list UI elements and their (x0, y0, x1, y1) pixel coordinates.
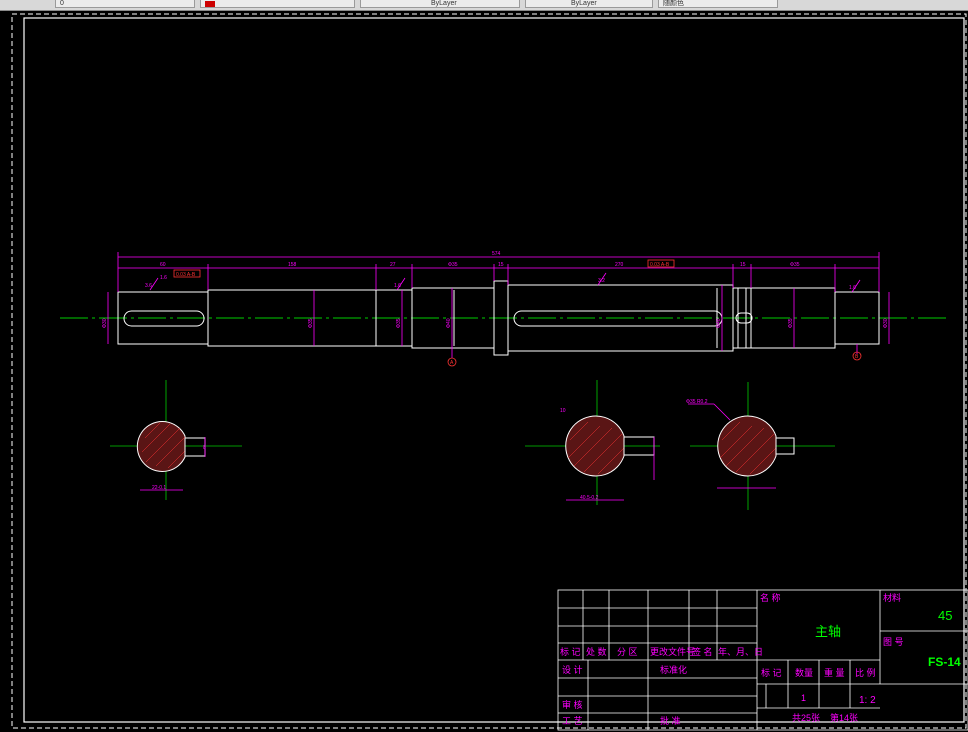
approve-label: 批 准 (660, 715, 681, 726)
dia-7: Φ30 (883, 318, 889, 328)
plotstyle-dropdown[interactable]: 随颜色 (658, 0, 778, 8)
drawing-no-value: FS-14 (928, 655, 961, 669)
name-label: 名 称 (760, 592, 781, 603)
roughness-3: 3.2 (598, 278, 605, 284)
roughness-1: 3.6 (145, 283, 152, 289)
section1-key-text: 8 (203, 445, 206, 451)
design-label: 设 计 (562, 664, 583, 675)
standard-label: 标准化 (660, 664, 687, 675)
sheet-no: 第14张 (830, 712, 858, 723)
section-view-1: 22-0.1 8 (110, 380, 242, 500)
dim-seg6: 270 (615, 262, 624, 268)
gdt-left-text: 0.03 A-B (176, 272, 196, 278)
dim-seg7: 15 (740, 262, 746, 268)
part-name: 主轴 (815, 624, 841, 639)
col-scale: 比 例 (855, 667, 876, 678)
header-date: 年、月、日 (718, 646, 763, 657)
header-zone: 分 区 (617, 647, 638, 657)
roughness-5: 1.6 (849, 285, 856, 291)
section2-width-text: 40.5-0.2 (580, 495, 599, 501)
datum-a-label: A (450, 360, 454, 366)
section3-label-text: Φ35 R0.2 (686, 399, 708, 405)
review-label: 审 核 (562, 699, 583, 710)
outer-border (11, 13, 967, 729)
color-dropdown[interactable] (200, 0, 355, 8)
header-sign: 签 名 (692, 646, 713, 657)
linetype-value: ByLayer (431, 0, 457, 7)
section-view-2: 40.5-0.2 10 (525, 380, 660, 505)
properties-toolbar: 0 ByLayer ByLayer 随颜色 (0, 0, 968, 11)
dia-4: Φ40 (446, 318, 452, 328)
dia-2: Φ35 (308, 318, 314, 328)
gdt-right-text: 0.03 A-B (650, 262, 670, 268)
dia-6: Φ35 (788, 318, 794, 328)
material-label: 材料 (883, 592, 901, 603)
scale-value: 1: 2 (859, 695, 876, 706)
lineweight-dropdown[interactable]: ByLayer (525, 0, 653, 8)
color-swatch-icon (205, 1, 215, 7)
roughness-4: 1.6 (160, 275, 167, 281)
process-label: 工 艺 (562, 716, 583, 726)
dim-seg5: 15 (498, 262, 504, 268)
plotstyle-value: 随颜色 (663, 0, 684, 7)
sheets-total: 共25张 (792, 713, 820, 723)
section2-key-text: 10 (560, 408, 566, 414)
header-doc: 更改文件号 (650, 646, 695, 657)
dim-seg8: Φ35 (790, 262, 800, 268)
layer-value: 0 (60, 0, 64, 7)
col-qty: 数量 (795, 667, 813, 678)
datum-b-label: B (855, 354, 859, 360)
title-block (557, 589, 968, 731)
title-block-text: 名 称 主轴 材料 45 图 号 FS-14 标 记 处 数 分 区 更改文件号… (560, 592, 961, 726)
dia-3: Φ35 (396, 318, 402, 328)
section1-width-text: 22-0.1 (152, 485, 166, 491)
dia-5: Φ40 (716, 318, 722, 328)
lineweight-value: ByLayer (571, 0, 597, 7)
dim-seg3: 27 (390, 262, 396, 268)
overall-length-text: 574 (492, 251, 501, 257)
drawing-no-label: 图 号 (883, 637, 904, 647)
col-weight: 重 量 (824, 667, 845, 678)
material-value: 45 (938, 608, 952, 623)
drawing-canvas[interactable]: 0.03 A-B 0.03 A-B A B 574 60 158 27 Φ35 … (0, 11, 968, 732)
dia-1: Φ30 (102, 318, 108, 328)
section-view-3: Φ35 R0.2 (686, 382, 835, 510)
dim-seg2: 158 (288, 262, 297, 268)
roughness-2: 1.6 (394, 283, 401, 289)
dim-seg1: 60 (160, 262, 166, 268)
shaft-main-view (60, 280, 950, 356)
layer-dropdown[interactable]: 0 (55, 0, 195, 8)
qty-value: 1 (801, 693, 806, 703)
header-mark: 标 记 (560, 646, 581, 657)
linetype-dropdown[interactable]: ByLayer (360, 0, 520, 8)
col-mark: 标 记 (761, 667, 782, 678)
inner-border (23, 17, 965, 723)
dim-seg4: Φ35 (448, 262, 458, 268)
header-count: 处 数 (586, 646, 607, 657)
